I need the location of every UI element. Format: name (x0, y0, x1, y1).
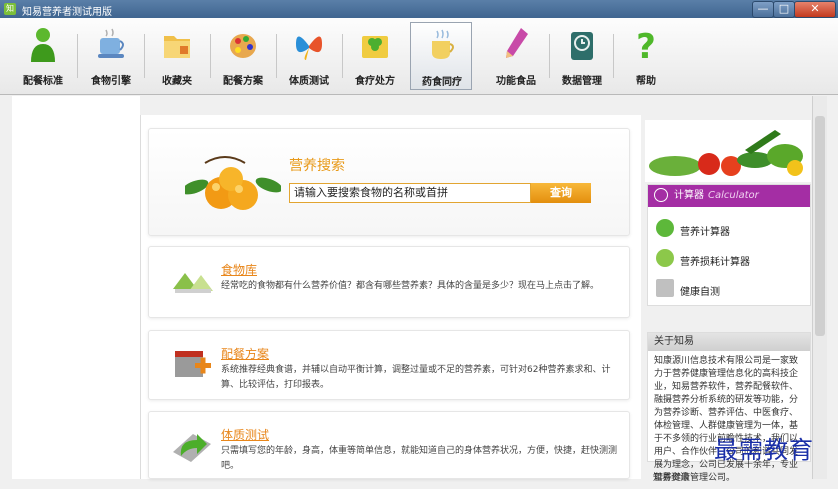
vertical-scrollbar[interactable] (812, 96, 827, 479)
calculator-title: 计算器 (674, 190, 704, 201)
search-button[interactable]: 查询 (531, 183, 591, 203)
toolbar-yaoshi-tongliao[interactable]: 药食同疗 (410, 22, 472, 90)
close-button[interactable]: ✕ (794, 1, 836, 18)
nutrition-calculator-link[interactable]: 营养计算器 (680, 223, 730, 238)
toolbar-divider (210, 34, 211, 78)
pencil-icon (506, 28, 528, 58)
clover-icon (362, 36, 388, 58)
food-library-icon (173, 273, 213, 293)
news-title: 知易资讯 (653, 473, 690, 483)
search-title: 营养搜索 (289, 158, 345, 174)
meal-plan-icon (175, 351, 211, 377)
watermark: 最需教育 (714, 436, 814, 464)
toolbar-shuju-guanli[interactable]: 数据管理 (551, 22, 613, 90)
database-icon (571, 32, 593, 60)
feature-title[interactable]: 食物库 (221, 261, 257, 278)
feature-title[interactable]: 体质测试 (221, 426, 269, 443)
calculator-header: 计算器 Calculator (648, 185, 810, 207)
folder-icon (164, 36, 190, 58)
cup-icon (98, 28, 124, 58)
toolbar-label: 收藏夹 (162, 76, 192, 87)
calculator-icon (654, 188, 668, 202)
toolbar-shiliao-chufang[interactable]: 食疗处方 (344, 22, 406, 90)
toolbar-label: 药食同疗 (422, 77, 462, 88)
app-icon: 知 (4, 3, 16, 15)
toolbar-shiwu-yinqing[interactable]: 食物引擎 (80, 22, 142, 90)
search-input[interactable]: 请输入要搜索食物的名称或首拼 (289, 183, 531, 203)
toolbar-shoucangjia[interactable]: 收藏夹 (146, 22, 208, 90)
physique-test-icon (173, 434, 211, 462)
teacup-icon (432, 29, 454, 59)
person-icon (31, 28, 55, 62)
palette-icon (230, 34, 256, 58)
toolbar-label: 食物引擎 (91, 76, 131, 87)
feature-desc: 系统推荐经典食谱，并辅以自动平衡计算，调整过量或不足的营养素，可针对62种营养素… (221, 365, 611, 390)
about-text: 知康源川信息技术有限公司是一家致力于营养健康管理信息化的高科技企业，知易营养软件… (654, 356, 799, 483)
toolbar-divider (613, 34, 614, 78)
toolbar-bangzhu[interactable]: ? 帮助 (615, 22, 677, 90)
maximize-button[interactable]: □ (773, 1, 795, 18)
butterfly-icon (296, 36, 322, 60)
orange-fruit-icon (185, 156, 281, 210)
toolbar-divider (549, 34, 550, 78)
svg-text:?: ? (636, 27, 656, 64)
feature-physique-test[interactable]: 体质测试 只需填写您的年龄，身高，体重等简单信息，就能知道自己的身体营养状况，方… (148, 411, 630, 479)
toolbar-label: 帮助 (636, 76, 656, 87)
feature-desc: 经常吃的食物都有什么营养价值？都含有哪些营养素？具体的含量是多少？现在马上点击了… (221, 281, 600, 291)
toolbar-peican-biaozhun[interactable]: 配餐标准 (12, 22, 74, 90)
search-panel: 营养搜索 请输入要搜索食物的名称或首拼 查询 (148, 128, 630, 236)
right-sidebar: 计算器 Calculator 营养计算器 营养损耗计算器 健康自测 关于知易 知康… (645, 120, 811, 483)
toolbar-divider (342, 34, 343, 78)
calculator-subtitle: Calculator (708, 190, 759, 201)
toolbar-label: 功能食品 (496, 76, 536, 87)
toolbar-label: 配餐方案 (223, 76, 263, 87)
title-bar: 知 知易营养者测试用版 — □ ✕ (0, 0, 838, 18)
self-test-icon (656, 279, 674, 297)
toolbar-divider (77, 34, 78, 78)
minimize-button[interactable]: — (752, 1, 774, 18)
toolbar-divider (144, 34, 145, 78)
main-toolbar: 配餐标准 食物引擎 收藏夹 配餐方案 体质测试 食疗处方 药食同疗 功能食品 数… (0, 18, 838, 95)
loss-calculator-link[interactable]: 营养损耗计算器 (680, 253, 750, 268)
toolbar-label: 配餐标准 (23, 76, 63, 87)
scrollbar-thumb[interactable] (815, 116, 825, 336)
window-title: 知易营养者测试用版 (22, 7, 112, 18)
feature-meal-plan[interactable]: 配餐方案 系统推荐经典食谱，并辅以自动平衡计算，调整过量或不足的营养素，可针对6… (148, 330, 630, 400)
self-test-link[interactable]: 健康自测 (680, 283, 720, 298)
left-pane (12, 96, 140, 479)
toolbar-divider (276, 34, 277, 78)
toolbar-gongneng-shipin[interactable]: 功能食品 (485, 22, 547, 90)
feature-desc: 只需填写您的年龄，身高，体重等简单信息，就能知道自己的身体营养状况，方便，快捷，… (221, 446, 618, 471)
toolbar-label: 体质测试 (289, 76, 329, 87)
toolbar-tizhi-ceshi[interactable]: 体质测试 (278, 22, 340, 90)
loss-calculator-icon (656, 249, 674, 267)
calculator-panel: 计算器 Calculator 营养计算器 营养损耗计算器 健康自测 (647, 184, 811, 306)
nutrition-calculator-icon (656, 219, 674, 237)
toolbar-label: 数据管理 (562, 76, 602, 87)
about-title: 关于知易 (648, 333, 810, 351)
toolbar-label: 食疗处方 (355, 76, 395, 87)
feature-title[interactable]: 配餐方案 (221, 345, 269, 362)
feature-food-library[interactable]: 食物库 经常吃的食物都有什么营养价值？都含有哪些营养素？具体的含量是多少？现在马… (148, 246, 630, 318)
vegetables-banner (645, 120, 811, 182)
toolbar-peican-fangan[interactable]: 配餐方案 (212, 22, 274, 90)
question-icon: ? (636, 27, 656, 64)
